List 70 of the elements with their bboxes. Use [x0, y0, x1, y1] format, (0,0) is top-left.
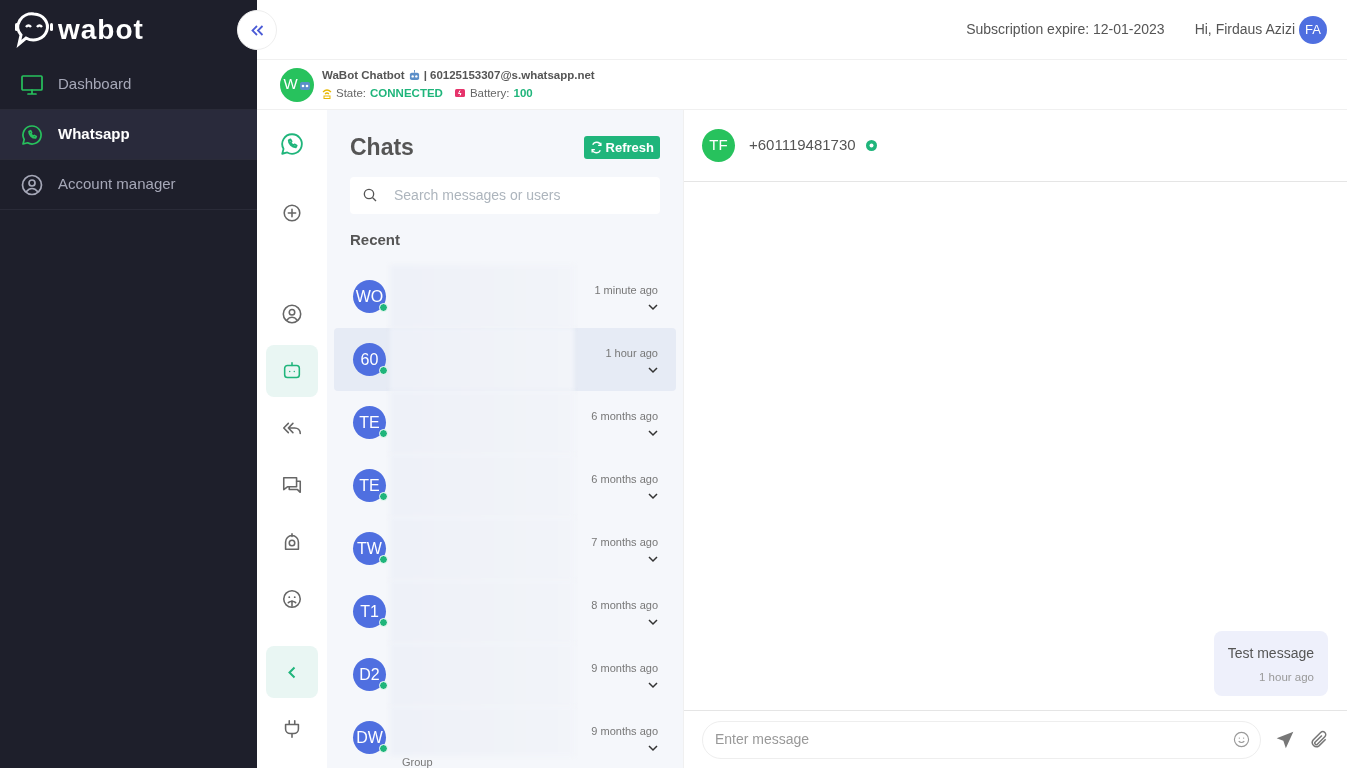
bot-number: | 60125153307@s.whatsapp.net — [423, 68, 595, 84]
whatsapp-icon — [20, 122, 44, 147]
collapse-button[interactable] — [237, 10, 277, 50]
search-field[interactable]: Search messages or users — [350, 176, 660, 214]
contact-avatar: WO — [353, 280, 386, 313]
send-button[interactable] — [1275, 729, 1295, 750]
contact-avatar: T1 — [353, 595, 386, 628]
double-chevron-left-icon — [250, 24, 264, 36]
section-heading: Recent — [349, 229, 402, 250]
dropdown-button[interactable] — [648, 428, 658, 437]
chat-item[interactable]: DW Group 9 months ago — [334, 706, 676, 768]
user-avatar[interactable]: FA — [1299, 15, 1327, 44]
attach-button[interactable] — [1309, 729, 1329, 750]
battery-label: Battery: — [469, 85, 510, 101]
logo-icon — [14, 11, 54, 49]
whatsapp-icon — [279, 131, 305, 157]
chat-time: 6 months ago — [591, 472, 658, 488]
chat-time: 9 months ago — [591, 724, 658, 740]
chat-bubbles-icon — [281, 474, 303, 496]
plus-icon — [281, 202, 303, 224]
chat-time: 1 hour ago — [605, 346, 658, 362]
chat-item[interactable]: WO 1 minute ago — [334, 265, 676, 328]
dropdown-button[interactable] — [648, 617, 658, 626]
state-label: State: — [336, 85, 367, 101]
dropdown-button[interactable] — [648, 365, 658, 374]
chat-subtitle: Group — [401, 756, 434, 768]
chat-time: 8 months ago — [591, 598, 658, 614]
subscription-text: Subscription expire: 12-01-2023 — [966, 20, 1165, 39]
monitor-icon — [20, 72, 44, 97]
dropdown-button[interactable] — [648, 743, 658, 752]
dropdown-button[interactable] — [648, 680, 658, 689]
search-icon — [362, 187, 378, 203]
refresh-icon — [589, 140, 603, 154]
refresh-button[interactable]: Refresh — [583, 135, 660, 159]
emoji-icon[interactable] — [1233, 731, 1250, 748]
dropdown-button[interactable] — [648, 491, 658, 500]
user-icon — [20, 172, 44, 197]
dropdown-button[interactable] — [648, 302, 658, 311]
message-text: Test message — [1227, 643, 1314, 663]
chat-time: 1 minute ago — [594, 283, 658, 299]
user-icon — [281, 303, 303, 325]
chat-item[interactable]: TE 6 months ago — [334, 391, 676, 454]
sidebar-item[interactable]: Account manager — [0, 160, 257, 210]
chat-item[interactable]: 60 1 hour ago — [334, 328, 676, 391]
greeting-text: Hi, Firdaus Azizi — [1194, 20, 1295, 39]
contact-avatar: D2 — [353, 658, 386, 691]
contact-avatar: 60 — [353, 343, 386, 376]
contact-avatar: TE — [353, 469, 386, 502]
battery-value: 100 — [513, 85, 533, 101]
contact-avatar: TW — [353, 532, 386, 565]
robot-icon — [408, 70, 420, 82]
chat-time: 9 months ago — [591, 661, 658, 677]
battery-icon — [454, 89, 466, 98]
chats-title: Chats — [350, 133, 414, 162]
message-time: 1 hour ago — [1258, 669, 1314, 685]
chevron-left-icon — [288, 665, 296, 679]
bot-name: WaBot Chatbot — [322, 68, 405, 84]
sidebar-item[interactable]: Whatsapp — [0, 110, 257, 160]
chat-time: 6 months ago — [591, 409, 658, 425]
dropdown-button[interactable] — [648, 554, 658, 563]
contact-number: +601119481730 — [749, 135, 856, 156]
chat-time: 7 months ago — [591, 535, 658, 551]
bot-avatar: W — [280, 67, 314, 102]
signal-icon — [322, 87, 332, 99]
logo-text: wabot — [58, 13, 144, 47]
state-value: CONNECTED — [370, 85, 443, 101]
contact-avatar: DW — [353, 721, 386, 754]
contact-avatar: TF — [702, 129, 735, 162]
face-icon — [281, 588, 303, 610]
contact-avatar: TE — [353, 406, 386, 439]
